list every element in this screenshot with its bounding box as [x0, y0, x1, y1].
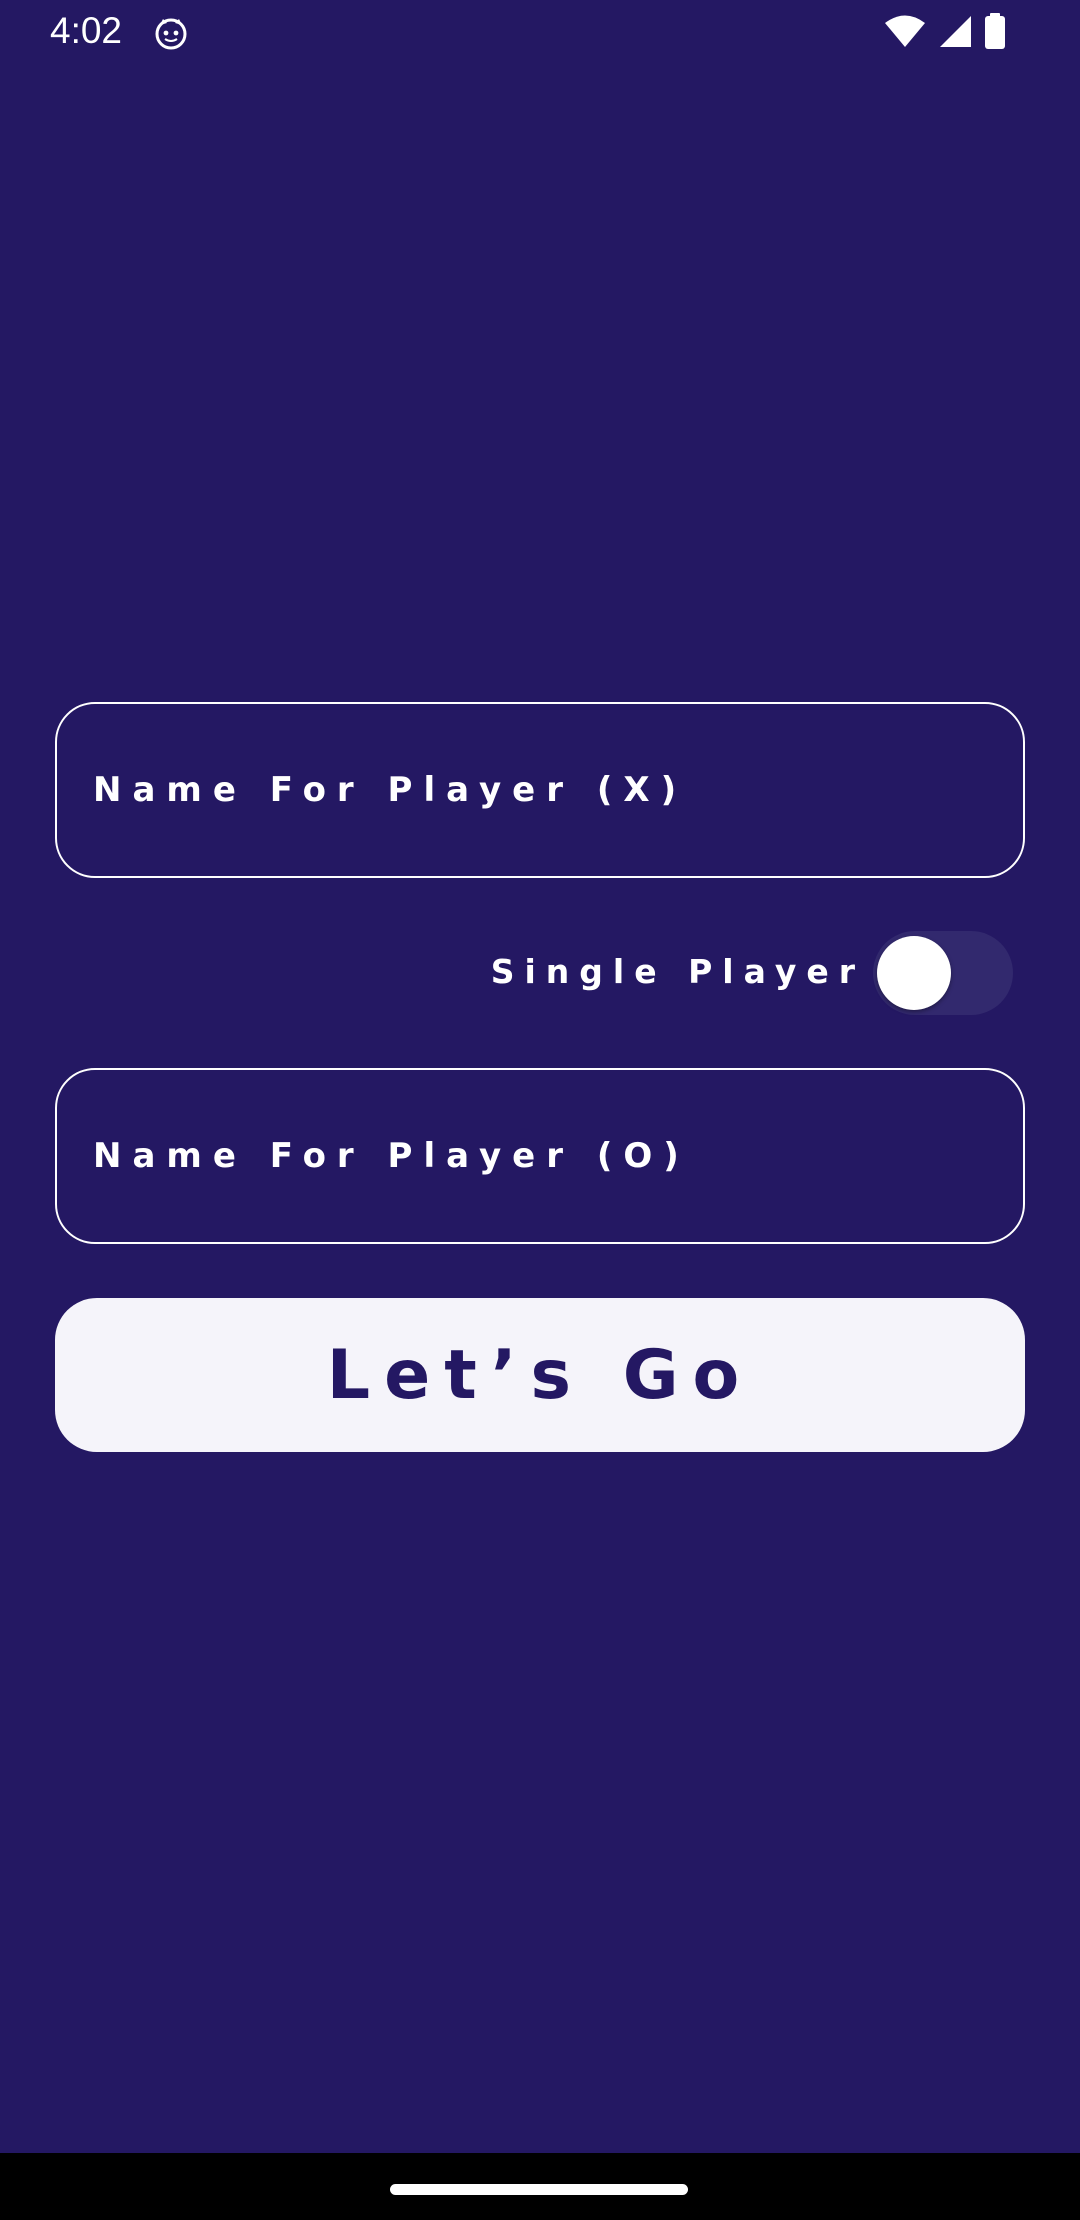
single-player-switch[interactable] [873, 928, 1013, 1015]
signal-icon [938, 14, 972, 52]
home-gesture-handle[interactable] [390, 2184, 688, 2195]
lets-go-button[interactable]: Let’s Go [55, 1298, 1025, 1452]
single-player-toggle-row: Single Player [491, 926, 1013, 1016]
player-o-name-input[interactable] [93, 1136, 1023, 1176]
switch-thumb [877, 936, 951, 1010]
status-time: 4:02 [50, 10, 123, 51]
wifi-icon [884, 14, 926, 52]
game-setup-screen: 4:02 Name For Player (X) Single Player N… [0, 0, 1080, 2220]
status-bar: 4:02 [0, 0, 1080, 66]
player-x-name-input[interactable] [93, 770, 1023, 810]
player-o-name-field[interactable] [55, 1068, 1025, 1244]
cat-face-icon [154, 16, 188, 50]
player-x-name-field[interactable] [55, 702, 1025, 878]
system-navigation-bar [0, 2153, 1080, 2220]
status-icons [884, 13, 1006, 53]
battery-icon [984, 13, 1006, 53]
single-player-label: Single Player [490, 951, 865, 991]
